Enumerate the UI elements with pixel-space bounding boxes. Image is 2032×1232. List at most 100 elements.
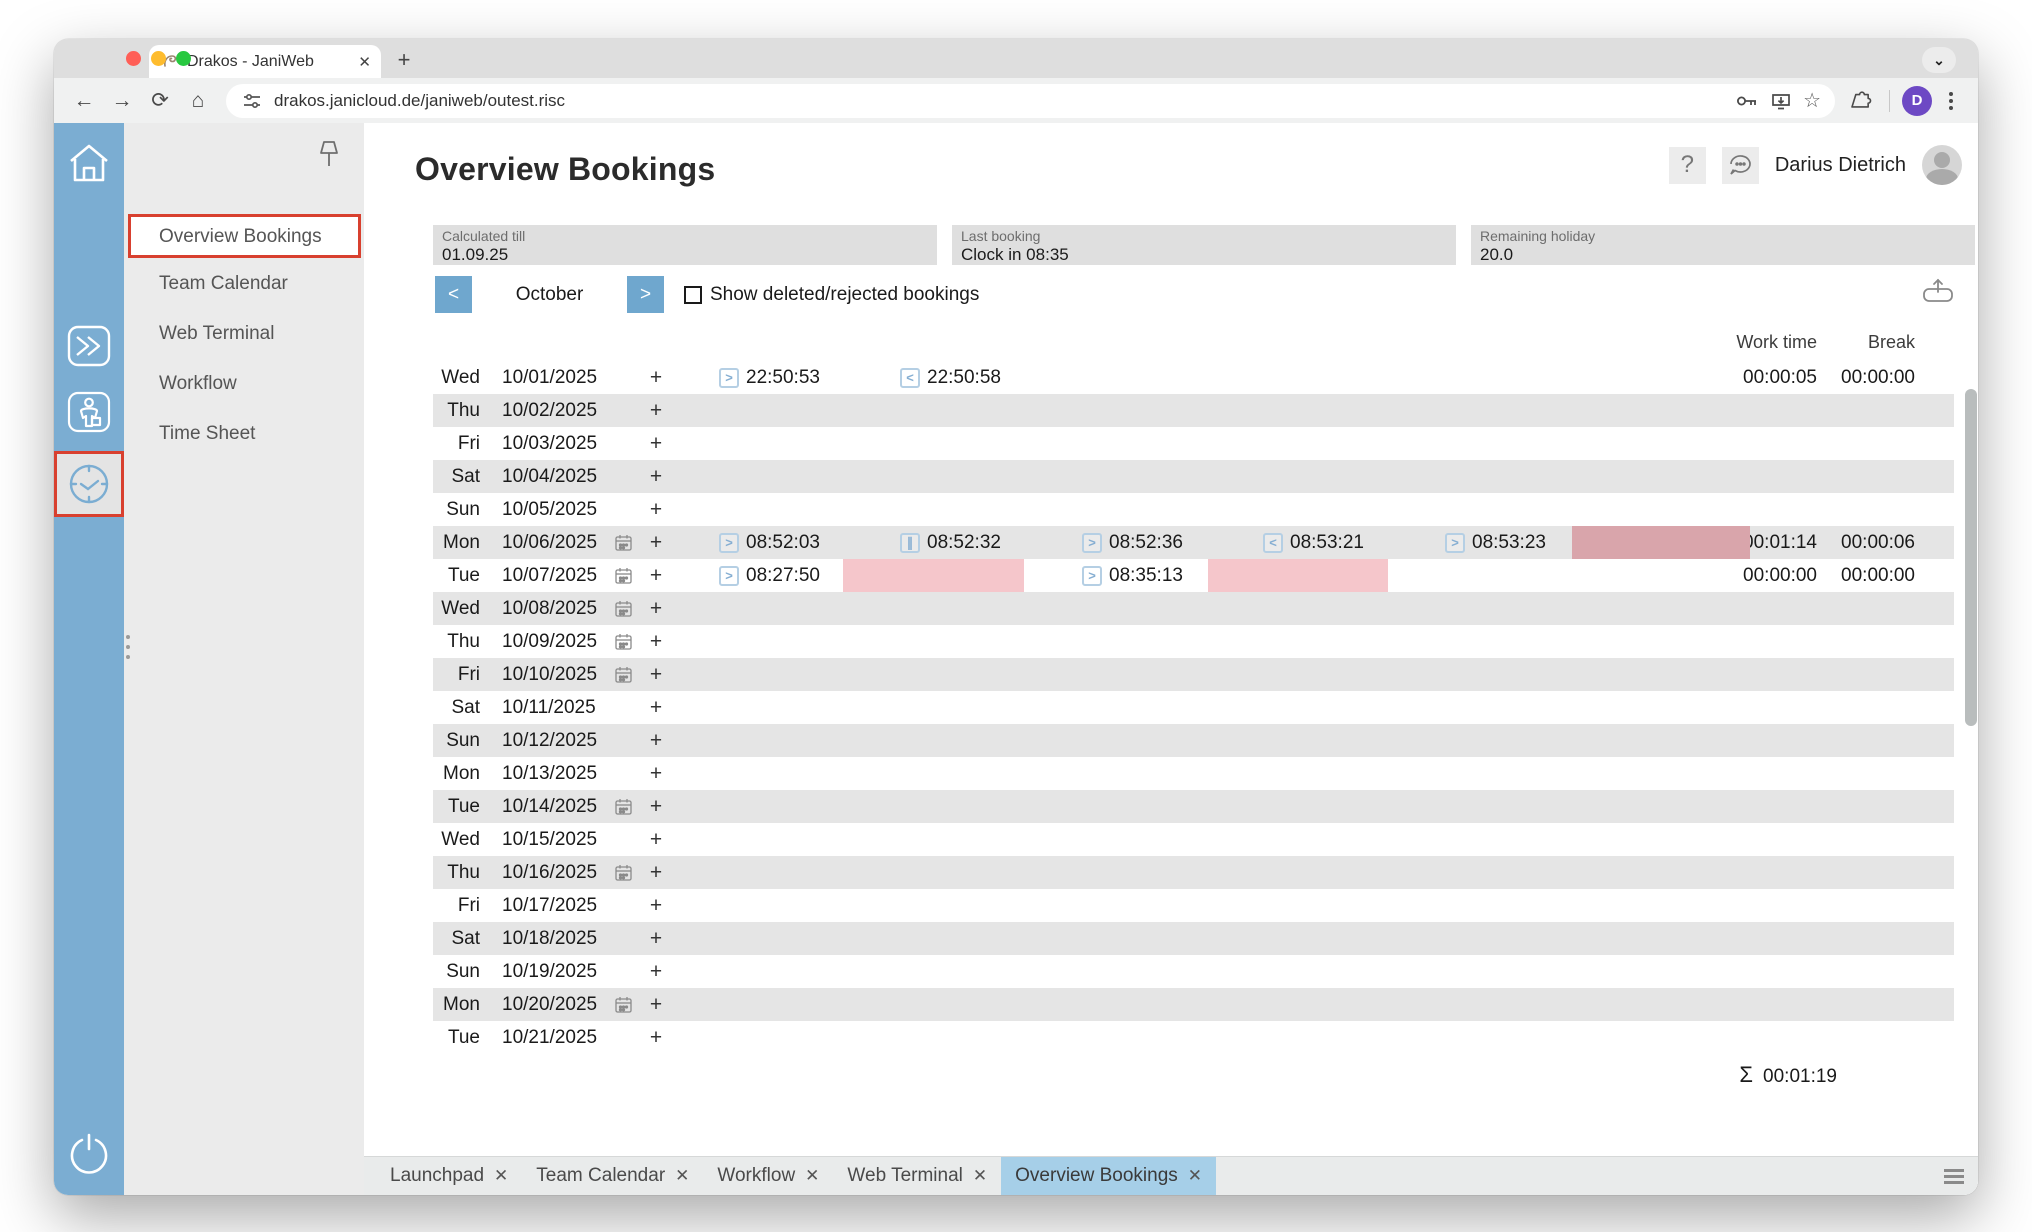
calendar-icon[interactable] bbox=[614, 863, 636, 883]
install-app-icon[interactable] bbox=[1769, 89, 1793, 113]
zoom-window-button[interactable] bbox=[176, 51, 191, 66]
browser-profile-avatar[interactable]: D bbox=[1902, 86, 1932, 116]
add-booking-button[interactable]: + bbox=[642, 795, 670, 819]
address-bar[interactable]: drakos.janicloud.de/janiweb/outest.risc … bbox=[226, 84, 1835, 118]
export-icon[interactable] bbox=[1921, 276, 1955, 308]
show-deleted-checkbox[interactable] bbox=[684, 286, 702, 304]
close-view-tab-icon[interactable]: ✕ bbox=[675, 1166, 689, 1186]
booking-entry[interactable]: < 22:50:58 bbox=[900, 361, 1001, 394]
calendar-icon[interactable] bbox=[614, 698, 636, 718]
close-view-tab-icon[interactable]: ✕ bbox=[973, 1166, 987, 1186]
calendar-icon[interactable] bbox=[614, 995, 636, 1015]
launchpad-icon[interactable] bbox=[67, 325, 111, 367]
calendar-icon[interactable] bbox=[614, 566, 636, 586]
panel-splitter-handle[interactable] bbox=[126, 635, 131, 659]
add-booking-button[interactable]: + bbox=[642, 399, 670, 423]
user-avatar[interactable] bbox=[1922, 145, 1962, 185]
add-booking-button[interactable]: + bbox=[642, 531, 670, 555]
booking-entry[interactable]: > 08:52:03 bbox=[719, 526, 820, 559]
view-tab-workflow[interactable]: Workflow ✕ bbox=[703, 1157, 833, 1195]
rejected-booking-block[interactable] bbox=[843, 559, 1024, 592]
calendar-icon[interactable] bbox=[614, 731, 636, 751]
nav-item-overview-bookings[interactable]: Overview Bookings bbox=[128, 214, 361, 258]
add-booking-button[interactable]: + bbox=[642, 432, 670, 456]
view-tab-team-calendar[interactable]: Team Calendar ✕ bbox=[522, 1157, 703, 1195]
add-booking-button[interactable]: + bbox=[642, 696, 670, 720]
booking-entry[interactable]: > 08:53:23 bbox=[1445, 526, 1546, 559]
chat-bubble-icon[interactable] bbox=[1722, 147, 1759, 184]
add-booking-button[interactable]: + bbox=[642, 1026, 670, 1050]
booking-entry[interactable]: < 08:53:21 bbox=[1263, 526, 1364, 559]
minimize-window-button[interactable] bbox=[151, 51, 166, 66]
add-booking-button[interactable]: + bbox=[642, 762, 670, 786]
calendar-icon[interactable] bbox=[614, 896, 636, 916]
browser-menu-icon[interactable] bbox=[1938, 86, 1964, 116]
add-booking-button[interactable]: + bbox=[642, 366, 670, 390]
calendar-icon[interactable] bbox=[614, 764, 636, 784]
calendar-icon[interactable] bbox=[614, 434, 636, 454]
logout-power-icon[interactable] bbox=[67, 1131, 111, 1175]
calendar-icon[interactable] bbox=[614, 632, 636, 652]
add-booking-button[interactable]: + bbox=[642, 465, 670, 489]
nav-item-web-terminal[interactable]: Web Terminal bbox=[128, 314, 361, 358]
forward-button[interactable]: → bbox=[106, 85, 138, 117]
booking-entry[interactable]: > 08:35:13 bbox=[1082, 559, 1183, 592]
view-tab-web-terminal[interactable]: Web Terminal ✕ bbox=[833, 1157, 1001, 1195]
previous-month-button[interactable]: < bbox=[435, 276, 472, 313]
rejected-booking-block[interactable] bbox=[1572, 526, 1750, 559]
add-booking-button[interactable]: + bbox=[642, 663, 670, 687]
vertical-scrollbar[interactable] bbox=[1965, 389, 1977, 726]
close-tab-icon[interactable]: ✕ bbox=[358, 53, 371, 71]
calendar-icon[interactable] bbox=[614, 533, 636, 553]
calendar-icon[interactable] bbox=[614, 665, 636, 685]
booking-entry[interactable]: > 22:50:53 bbox=[719, 361, 820, 394]
next-month-button[interactable]: > bbox=[627, 276, 664, 313]
new-tab-button[interactable]: + bbox=[389, 45, 419, 75]
time-tracking-active-item[interactable] bbox=[54, 451, 124, 517]
add-booking-button[interactable]: + bbox=[642, 993, 670, 1017]
nav-item-team-calendar[interactable]: Team Calendar bbox=[128, 264, 361, 308]
reload-button[interactable]: ⟳ bbox=[144, 85, 176, 117]
nav-item-time-sheet[interactable]: Time Sheet bbox=[128, 414, 361, 458]
rejected-booking-block[interactable] bbox=[1208, 559, 1388, 592]
add-booking-button[interactable]: + bbox=[642, 960, 670, 984]
booking-entry[interactable]: > 08:27:50 bbox=[719, 559, 820, 592]
calendar-icon[interactable] bbox=[614, 599, 636, 619]
add-booking-button[interactable]: + bbox=[642, 630, 670, 654]
calendar-icon[interactable] bbox=[614, 1028, 636, 1048]
bookmark-star-icon[interactable]: ☆ bbox=[1803, 88, 1821, 113]
tab-list-menu-icon[interactable] bbox=[1944, 1169, 1964, 1184]
add-booking-button[interactable]: + bbox=[642, 927, 670, 951]
calendar-icon[interactable] bbox=[614, 467, 636, 487]
extensions-icon[interactable] bbox=[1847, 86, 1877, 116]
calendar-icon[interactable] bbox=[614, 368, 636, 388]
add-booking-button[interactable]: + bbox=[642, 729, 670, 753]
add-booking-button[interactable]: + bbox=[642, 498, 670, 522]
calendar-icon[interactable] bbox=[614, 929, 636, 949]
nav-item-workflow[interactable]: Workflow bbox=[128, 364, 361, 408]
workflow-user-icon[interactable] bbox=[67, 391, 111, 433]
calendar-icon[interactable] bbox=[614, 500, 636, 520]
add-booking-button[interactable]: + bbox=[642, 564, 670, 588]
password-key-icon[interactable] bbox=[1735, 89, 1759, 113]
help-icon[interactable]: ? bbox=[1669, 147, 1706, 184]
pin-icon[interactable] bbox=[316, 139, 342, 171]
close-view-tab-icon[interactable]: ✕ bbox=[1188, 1166, 1202, 1186]
tab-search-button[interactable]: ⌄ bbox=[1922, 47, 1956, 73]
back-button[interactable]: ← bbox=[68, 85, 100, 117]
add-booking-button[interactable]: + bbox=[642, 894, 670, 918]
calendar-icon[interactable] bbox=[614, 962, 636, 982]
calendar-icon[interactable] bbox=[614, 830, 636, 850]
site-info-icon[interactable] bbox=[240, 89, 264, 113]
add-booking-button[interactable]: + bbox=[642, 597, 670, 621]
add-booking-button[interactable]: + bbox=[642, 828, 670, 852]
home-icon[interactable] bbox=[66, 141, 112, 185]
close-view-tab-icon[interactable]: ✕ bbox=[805, 1166, 819, 1186]
home-button[interactable]: ⌂ bbox=[182, 85, 214, 117]
calendar-icon[interactable] bbox=[614, 797, 636, 817]
close-view-tab-icon[interactable]: ✕ bbox=[494, 1166, 508, 1186]
booking-entry[interactable]: ∥ 08:52:32 bbox=[900, 526, 1001, 559]
booking-entry[interactable]: > 08:52:36 bbox=[1082, 526, 1183, 559]
view-tab-overview-bookings[interactable]: Overview Bookings ✕ bbox=[1001, 1157, 1216, 1195]
close-window-button[interactable] bbox=[126, 51, 141, 66]
